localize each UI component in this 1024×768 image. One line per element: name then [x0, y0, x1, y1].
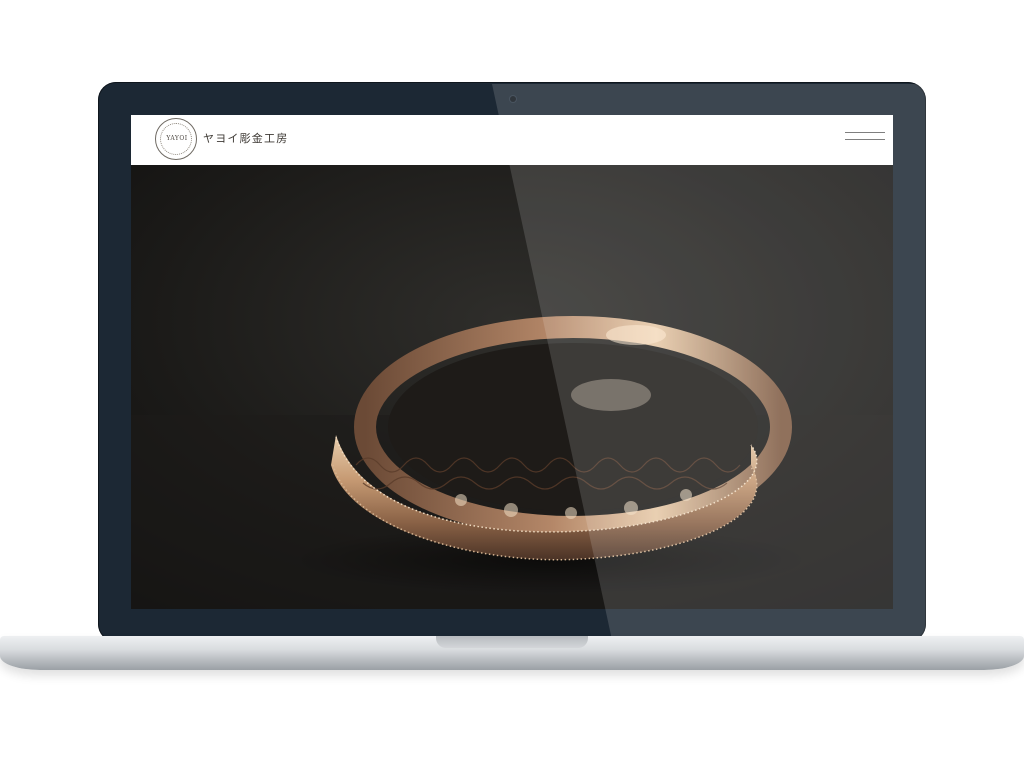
laptop-screen: YAYOI ヤヨイ彫金工房 — [131, 115, 893, 609]
site-header: YAYOI ヤヨイ彫金工房 — [131, 115, 893, 165]
laptop-notch — [436, 636, 588, 648]
logo-seal[interactable]: YAYOI — [155, 118, 197, 160]
brand-name[interactable]: ヤヨイ彫金工房 — [203, 130, 288, 146]
camera-dot — [510, 96, 516, 102]
laptop-mockup: YAYOI ヤヨイ彫金工房 — [0, 0, 1024, 768]
hamburger-menu-icon[interactable] — [845, 129, 885, 145]
ring-photo — [131, 165, 893, 609]
logo-text: YAYOI — [166, 135, 188, 142]
menu-line-bottom — [845, 139, 885, 140]
hero-image — [131, 165, 893, 609]
menu-line-top — [845, 132, 885, 133]
